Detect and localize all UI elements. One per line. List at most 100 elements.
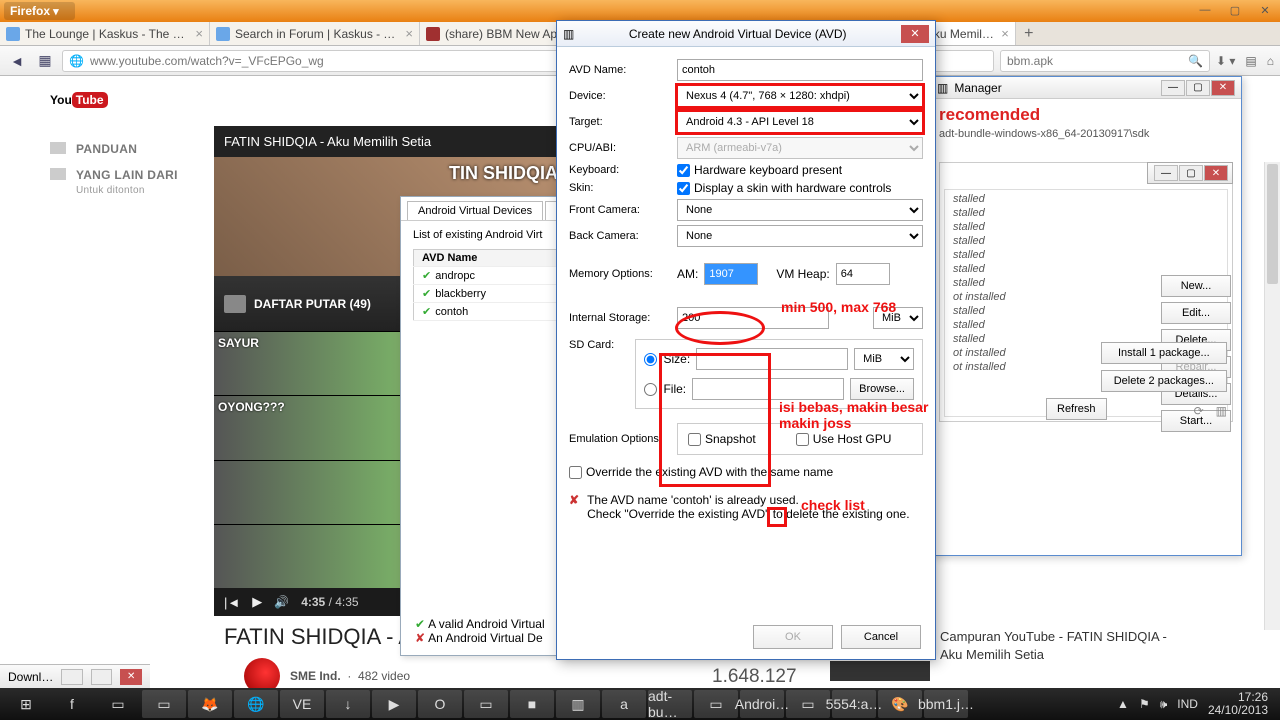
guide-icon <box>50 142 66 154</box>
taskbar-item[interactable]: 5554:a… <box>832 690 876 718</box>
taskbar-item[interactable]: ▭ <box>142 690 186 718</box>
search-text: bbm.apk <box>1007 54 1053 68</box>
close-button[interactable]: ✕ <box>1211 80 1235 96</box>
avd-name-input[interactable] <box>677 59 923 81</box>
sdk-manager-window: ▥ Manager — ▢ ✕ recomended adt-bundle-wi… <box>930 76 1242 556</box>
heap-input[interactable] <box>836 263 890 285</box>
tile-button[interactable]: ▦ <box>34 50 56 72</box>
taskbar-item[interactable]: bbm1.j… <box>924 690 968 718</box>
edit-button[interactable]: Edit... <box>1161 302 1231 324</box>
browser-tab[interactable]: Search in Forum | Kaskus - The …× <box>210 22 420 45</box>
page-content: YouTube PANDUAN YANG LAIN DARIUntuk dito… <box>0 76 1280 688</box>
taskbar-item[interactable]: adt-bu… <box>648 690 692 718</box>
minimize-button[interactable]: — <box>1154 165 1178 181</box>
dl-max[interactable] <box>91 669 113 685</box>
close-button[interactable]: ✕ <box>901 25 929 43</box>
maximize-button[interactable]: ▢ <box>1179 165 1203 181</box>
close-button[interactable]: ✕ <box>1254 2 1276 18</box>
install-button[interactable]: Install 1 package... <box>1101 342 1227 364</box>
sd-size-radio[interactable] <box>644 353 657 366</box>
ram-input[interactable] <box>704 263 758 285</box>
dl-close[interactable]: ✕ <box>120 669 142 685</box>
delete-pkg-button[interactable]: Delete 2 packages... <box>1101 370 1227 392</box>
taskbar-item[interactable]: 🌐 <box>234 690 278 718</box>
time-display: 4:35 / 4:35 <box>301 595 358 609</box>
host-gpu-checkbox[interactable] <box>796 433 809 446</box>
window-controls: — ▢ ✕ <box>1194 2 1276 18</box>
taskbar-item[interactable]: ▭ <box>694 690 738 718</box>
volume-icon[interactable]: 🔊 <box>274 595 289 609</box>
create-avd-dialog: ▥ Create new Android Virtual Device (AVD… <box>556 20 936 660</box>
taskbar-item[interactable]: ↓ <box>326 690 370 718</box>
sd-unit-select[interactable]: MiB <box>854 348 914 370</box>
new-tab-button[interactable]: + <box>1016 22 1042 45</box>
maximize-button[interactable]: ▢ <box>1186 80 1210 96</box>
taskbar-item[interactable]: O <box>418 690 462 718</box>
search-bar[interactable]: bbm.apk 🔍 <box>1000 50 1210 72</box>
sidebar-item[interactable]: YANG LAIN DARIUntuk ditonton <box>50 162 190 202</box>
taskbar-item[interactable]: ▭ <box>786 690 830 718</box>
cpu-select: ARM (armeabi-v7a) <box>677 137 923 159</box>
error-message: ✘ The AVD name 'contoh' is already used.… <box>569 493 923 521</box>
front-camera-select[interactable]: None <box>677 199 923 221</box>
search-icon: 🔍 <box>1188 54 1203 68</box>
ok-button: OK <box>753 625 833 649</box>
page-scrollbar[interactable] <box>1264 162 1280 630</box>
new-button[interactable]: New... <box>1161 275 1231 297</box>
override-checkbox[interactable] <box>569 466 582 479</box>
play-button[interactable]: ▶ <box>252 594 262 610</box>
home-icon[interactable]: ⌂ <box>1267 54 1274 68</box>
dl-min[interactable] <box>61 669 83 685</box>
skin-checkbox[interactable] <box>677 182 690 195</box>
taskbar-item[interactable]: ■ <box>510 690 554 718</box>
keyboard-checkbox[interactable] <box>677 164 690 177</box>
maximize-button[interactable]: ▢ <box>1224 2 1246 18</box>
avd-status: ✔ A valid Android Virtual ✘ An Android V… <box>415 617 545 645</box>
globe-icon: 🌐 <box>69 54 84 68</box>
refresh-button[interactable]: Refresh <box>1046 398 1107 420</box>
browse-button[interactable]: Browse... <box>850 378 914 400</box>
sd-file-radio[interactable] <box>644 383 657 396</box>
taskbar-item[interactable]: ▥ <box>556 690 600 718</box>
dialog-icon: ▥ <box>563 27 574 41</box>
taskbar-item[interactable]: ▭ <box>96 690 140 718</box>
back-camera-select[interactable]: None <box>677 225 923 247</box>
prev-button[interactable]: |◄ <box>224 595 240 610</box>
annotation-minmax: min 500, max 768 <box>781 299 896 315</box>
taskbar-item[interactable]: 🦊 <box>188 690 232 718</box>
taskbar-item[interactable]: ⊞ <box>4 690 48 718</box>
device-select[interactable]: Nexus 4 (4.7", 768 × 1280: xhdpi) <box>677 85 923 107</box>
sdk-path: adt-bundle-windows-x86_64-20130917\sdk <box>939 128 1233 140</box>
system-tray[interactable]: ▲⚑🕪 IND 17:2624/10/2013 <box>1117 691 1276 717</box>
mix-title[interactable]: Campuran YouTube - FATIN SHIDQIA - Aku M… <box>940 628 1180 663</box>
download-icon[interactable]: ⬇ ▾ <box>1216 54 1235 68</box>
back-button[interactable]: ◄ <box>6 50 28 72</box>
toolbar-icons: ⬇ ▾ ▤ ⌂ <box>1216 54 1274 68</box>
download-item[interactable]: Downl… <box>8 670 53 684</box>
taskbar-item[interactable]: Androi… <box>740 690 784 718</box>
close-button[interactable]: ✕ <box>1204 165 1228 181</box>
minimize-button[interactable]: — <box>1194 2 1216 18</box>
tab-avd[interactable]: Android Virtual Devices <box>407 201 543 220</box>
refresh-row: Refresh <box>1046 398 1107 420</box>
sidebar-item[interactable]: PANDUAN <box>50 136 190 162</box>
taskbar-item[interactable]: 🎨 <box>878 690 922 718</box>
youtube-sidebar: PANDUAN YANG LAIN DARIUntuk ditonton <box>50 136 190 202</box>
cancel-button[interactable]: Cancel <box>841 625 921 649</box>
target-select[interactable]: Android 4.3 - API Level 18 <box>677 111 923 133</box>
bookmark-icon[interactable]: ▤ <box>1245 54 1256 68</box>
taskbar-item[interactable]: ▭ <box>464 690 508 718</box>
annotation-check: check list <box>801 497 865 513</box>
taskbar-item[interactable]: ▶ <box>372 690 416 718</box>
annotation-isi: isi bebas, makin besar makin joss <box>779 399 939 431</box>
error-icon: ✘ <box>569 493 579 521</box>
taskbar-item[interactable]: VE <box>280 690 324 718</box>
taskbar-item[interactable]: f <box>50 690 94 718</box>
youtube-logo[interactable]: YouTube <box>50 84 108 110</box>
minimize-button[interactable]: — <box>1161 80 1185 96</box>
status-icons: ⟳▥ <box>1194 404 1227 418</box>
firefox-menu-button[interactable]: Firefox ▾ <box>4 2 75 20</box>
taskbar-item[interactable]: a <box>602 690 646 718</box>
related-thumb[interactable] <box>830 661 930 681</box>
browser-tab[interactable]: The Lounge | Kaskus - The Larg…× <box>0 22 210 45</box>
